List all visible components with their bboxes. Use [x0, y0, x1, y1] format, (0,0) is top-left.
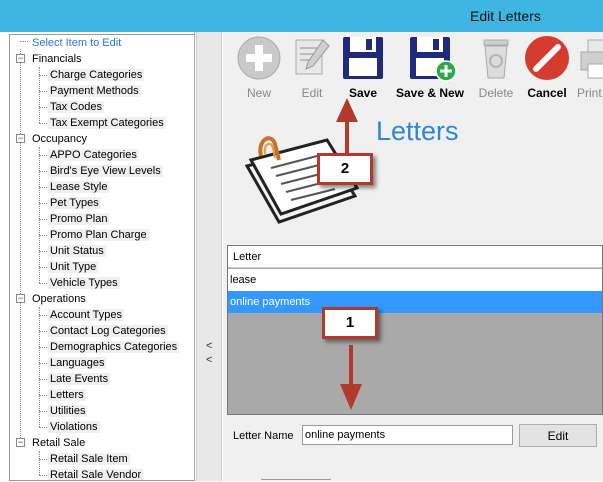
tree-item-lease-style[interactable]: Lease Style [48, 179, 110, 195]
tree-item-retail-sale-item[interactable]: Retail Sale Item [48, 451, 130, 467]
tree-view: Select Item to Edit − Financials Charge … [9, 34, 195, 481]
recycle-bin-icon [483, 39, 509, 79]
edit-toolbar-button[interactable]: Edit [289, 34, 335, 100]
tree-item-charge-categories[interactable]: Charge Categories [48, 67, 145, 83]
tree-root-select-item[interactable]: Select Item to Edit [30, 35, 124, 51]
tree-item-promo-plan-charge[interactable]: Promo Plan Charge [48, 227, 149, 243]
page-heading: Letters [376, 116, 459, 146]
collapse-retail-sale-icon[interactable]: − [16, 438, 25, 447]
table-row-selected[interactable]: online payments [228, 291, 602, 313]
tree-item-promo-plan[interactable]: Promo Plan [48, 211, 110, 227]
printer-icon [580, 39, 603, 79]
tree-item-birds-eye-view-levels[interactable]: Bird's Eye View Levels [48, 163, 163, 179]
save-button[interactable]: Save [338, 34, 388, 100]
column-header-letter[interactable]: Letter [228, 246, 602, 268]
tree-item-appo-categories[interactable]: APPO Categories [48, 147, 139, 163]
cancel-icon [525, 36, 569, 80]
save-and-new-label: Save & New [395, 86, 465, 100]
tree-item-vehicle-types[interactable]: Vehicle Types [48, 275, 120, 291]
tree-item-tax-exempt-categories[interactable]: Tax Exempt Categories [48, 115, 166, 131]
tree-item-late-events[interactable]: Late Events [48, 371, 111, 387]
tree-group-retail-sale[interactable]: Retail Sale [30, 435, 87, 451]
tree-line [39, 147, 40, 283]
delete-label: Delete [478, 86, 514, 100]
tree-group-financials[interactable]: Financials [30, 51, 84, 67]
collapse-operations-icon[interactable]: − [16, 294, 25, 303]
tree-item-payment-methods[interactable]: Payment Methods [48, 83, 141, 99]
edit-button[interactable]: Edit [519, 424, 597, 447]
title-bar: Edit Letters [0, 0, 603, 32]
tree-group-operations[interactable]: Operations [30, 291, 88, 307]
table-row[interactable]: lease [228, 269, 602, 291]
tree-item-unit-status[interactable]: Unit Status [48, 243, 106, 259]
floppy-disk-icon [343, 37, 383, 79]
tree-item-tax-codes[interactable]: Tax Codes [48, 99, 104, 115]
tree-line [39, 307, 40, 427]
tree-line [39, 451, 40, 475]
tree-item-unit-type[interactable]: Unit Type [48, 259, 99, 275]
save-label: Save [348, 86, 378, 100]
collapse-financials-icon[interactable]: − [16, 54, 25, 63]
print-button[interactable]: Print [575, 34, 603, 100]
new-button[interactable]: New [235, 34, 283, 100]
tree-item-account-types[interactable]: Account Types [48, 307, 124, 323]
tree-group-occupancy[interactable]: Occupancy [30, 131, 89, 147]
tree-item-demographics-categories[interactable]: Demographics Categories [48, 339, 180, 355]
tree-item-retail-sale-vendor[interactable]: Retail Sale Vendor [48, 467, 144, 480]
annotation-callout-2: 2 [317, 153, 373, 185]
tree-item-letters[interactable]: Letters [48, 387, 86, 403]
new-label: New [246, 86, 271, 100]
edit-label: Edit [301, 86, 323, 100]
panel-splitter[interactable]: << [196, 32, 222, 481]
floppy-disk-plus-icon [410, 37, 457, 82]
tree-item-languages[interactable]: Languages [48, 355, 107, 371]
edit-document-icon [295, 39, 330, 75]
tree-item-contact-log-categories[interactable]: Contact Log Categories [48, 323, 168, 339]
left-panel: Select Item to Edit − Financials Charge … [0, 32, 195, 481]
annotation-callout-1: 1 [322, 307, 378, 339]
tree-item-violations[interactable]: Violations [48, 419, 100, 435]
cancel-label: Cancel [527, 86, 567, 100]
collapse-panel-button[interactable]: << [206, 339, 216, 367]
window-title: Edit Letters [470, 8, 541, 24]
cancel-button[interactable]: Cancel [522, 34, 572, 100]
collapse-occupancy-icon[interactable]: − [16, 134, 25, 143]
tree-item-utilities[interactable]: Utilities [48, 403, 88, 419]
delete-button[interactable]: Delete [473, 34, 519, 100]
main-panel: New Edit Save Save & New Delete Cancel P… [223, 32, 603, 481]
tree-item-pet-types[interactable]: Pet Types [48, 195, 101, 211]
print-label: Print [577, 86, 602, 100]
letter-name-input[interactable] [302, 425, 513, 445]
tree-line [20, 49, 21, 442]
plus-circle-icon [237, 36, 281, 80]
save-and-new-button[interactable]: Save & New [391, 34, 469, 100]
toolbar: New Edit Save Save & New Delete Cancel P… [223, 32, 603, 100]
letters-grid: Letter lease online payments [227, 245, 603, 415]
tree-line [20, 41, 28, 42]
letter-name-label: Letter Name [233, 430, 294, 442]
